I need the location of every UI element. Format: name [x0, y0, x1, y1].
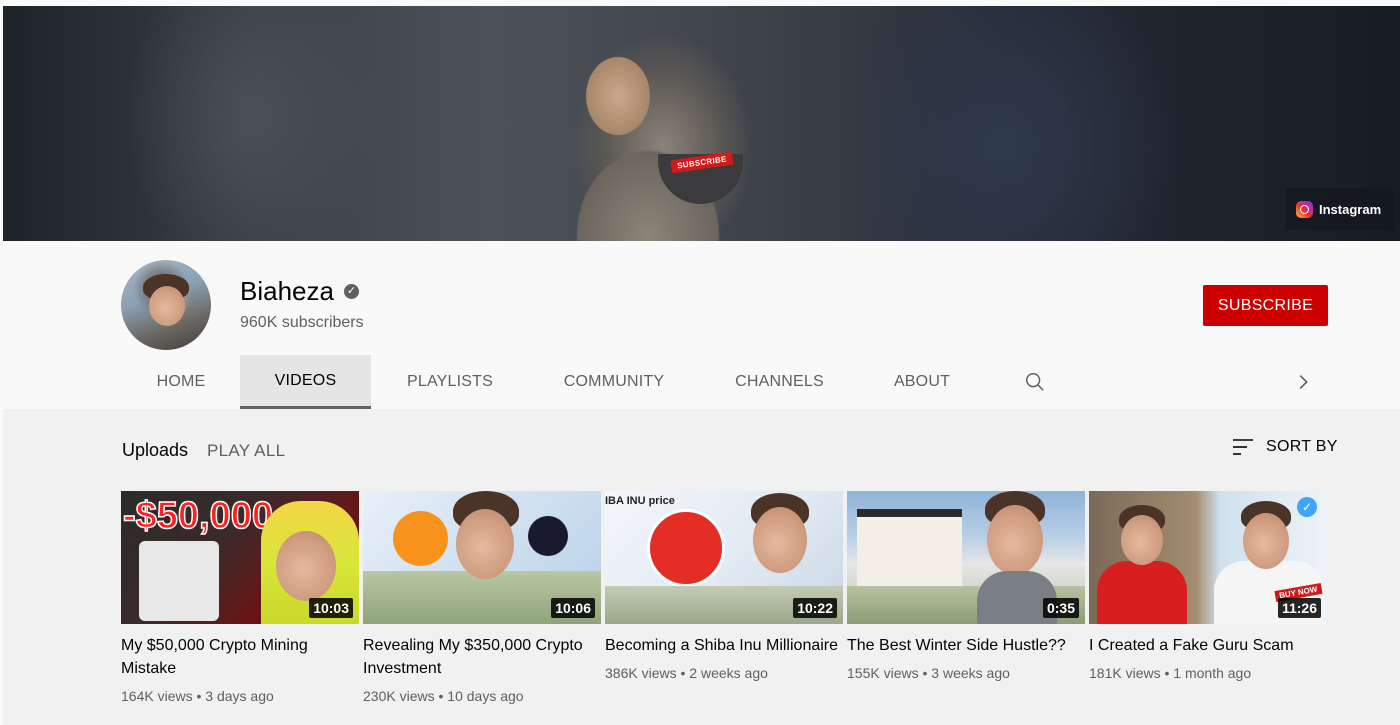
tab-videos[interactable]: VIDEOS: [240, 355, 371, 409]
subscribe-button[interactable]: SUBSCRIBE: [1203, 285, 1328, 326]
tab-community[interactable]: COMMUNITY: [529, 355, 699, 409]
subscriber-count: 960K subscribers: [240, 314, 364, 331]
instagram-label: Instagram: [1319, 201, 1382, 217]
instagram-icon: [1296, 200, 1313, 218]
person-face: [753, 507, 807, 573]
video-card[interactable]: IBA INU price 10:22 Becoming a Shiba Inu…: [605, 491, 843, 681]
video-duration: 0:35: [1042, 598, 1079, 618]
video-thumbnail[interactable]: 10:06: [363, 491, 601, 624]
video-card[interactable]: 0:35 The Best Winter Side Hustle?? 155K …: [847, 491, 1085, 681]
video-views: 230K views: [363, 688, 435, 704]
video-card[interactable]: 10:06 Revealing My $350,000 Crypto Inves…: [363, 491, 601, 704]
channel-avatar[interactable]: [121, 260, 211, 350]
meta-separator: •: [438, 688, 448, 704]
video-card[interactable]: ✓ BUY NOW 11:26 I Created a Fake Guru Sc…: [1089, 491, 1327, 681]
person-face: [1243, 513, 1289, 569]
section-title: Uploads: [122, 440, 189, 460]
search-icon[interactable]: [1024, 371, 1046, 393]
verified-check-icon: ✓: [343, 284, 359, 299]
video-title[interactable]: Revealing My $350,000 Crypto Investment: [363, 634, 601, 680]
video-title[interactable]: The Best Winter Side Hustle??: [847, 634, 1085, 657]
play-all-button[interactable]: PLAY ALL: [207, 441, 285, 461]
video-meta: 164K views • 3 days ago: [121, 688, 359, 704]
person-face: [1121, 515, 1163, 565]
tab-home[interactable]: HOME: [122, 355, 240, 409]
bitcoin-coin: [393, 511, 448, 566]
thumb-text: IBA INU price: [605, 495, 675, 507]
thumb-text: -$50,000: [122, 494, 274, 538]
video-duration: 10:06: [551, 598, 595, 618]
sort-by-button[interactable]: SORT BY: [1232, 438, 1338, 456]
tab-channels[interactable]: CHANNELS: [699, 355, 860, 409]
crypto-coin: [528, 516, 568, 556]
chevron-right-icon[interactable]: [1292, 371, 1314, 393]
tab-about[interactable]: ABOUT: [860, 355, 984, 409]
video-thumbnail[interactable]: -$50,000 10:03: [121, 491, 359, 624]
video-meta: 386K views • 2 weeks ago: [605, 665, 843, 681]
video-title[interactable]: My $50,000 Crypto Mining Mistake: [121, 634, 359, 680]
video-duration: 10:22: [793, 598, 837, 618]
video-meta: 181K views • 1 month ago: [1089, 665, 1327, 681]
gpu-card: [139, 541, 219, 621]
video-thumbnail[interactable]: 0:35: [847, 491, 1085, 624]
video-views: 164K views: [121, 688, 193, 704]
meta-separator: •: [680, 665, 690, 681]
video-duration: 10:03: [309, 598, 353, 618]
meta-separator: •: [922, 665, 932, 681]
tab-playlists[interactable]: PLAYLISTS: [371, 355, 529, 409]
video-title[interactable]: Becoming a Shiba Inu Millionaire: [605, 634, 843, 657]
meta-separator: •: [196, 688, 206, 704]
video-age: 2 weeks ago: [689, 665, 768, 681]
channel-name-text: Biaheza: [240, 276, 334, 306]
person-face: [987, 505, 1043, 575]
sort-icon: [1233, 439, 1253, 455]
video-card[interactable]: -$50,000 10:03 My $50,000 Crypto Mining …: [121, 491, 359, 704]
banner-boy-figure: [548, 26, 753, 241]
person-face: [456, 509, 514, 579]
video-meta: 155K views • 3 weeks ago: [847, 665, 1085, 681]
person-face: [276, 531, 336, 601]
instagram-link[interactable]: Instagram: [1286, 188, 1394, 230]
channel-tabs: HOME VIDEOS PLAYLISTS COMMUNITY CHANNELS…: [122, 355, 1342, 409]
video-age: 10 days ago: [447, 688, 524, 704]
avatar-face: [149, 286, 185, 326]
sort-label: SORT BY: [1266, 438, 1338, 455]
meta-separator: •: [1164, 665, 1174, 681]
person-red-shirt: [1097, 561, 1187, 624]
video-age: 1 month ago: [1173, 665, 1252, 681]
video-meta: 230K views • 10 days ago: [363, 688, 601, 704]
channel-banner: SUBSCRIBE Instagram: [3, 6, 1400, 241]
house: [857, 509, 962, 597]
video-age: 3 days ago: [205, 688, 274, 704]
video-thumbnail[interactable]: ✓ BUY NOW 11:26: [1089, 491, 1327, 624]
shiba-coin: [647, 509, 725, 587]
video-thumbnail[interactable]: IBA INU price 10:22: [605, 491, 843, 624]
video-views: 181K views: [1089, 665, 1161, 681]
channel-name: Biaheza ✓: [240, 276, 359, 307]
video-title[interactable]: I Created a Fake Guru Scam: [1089, 634, 1327, 657]
video-views: 155K views: [847, 665, 919, 681]
video-age: 3 weeks ago: [931, 665, 1010, 681]
video-views: 386K views: [605, 665, 677, 681]
verified-badge-icon: ✓: [1297, 497, 1317, 517]
video-duration: 11:26: [1277, 598, 1321, 618]
